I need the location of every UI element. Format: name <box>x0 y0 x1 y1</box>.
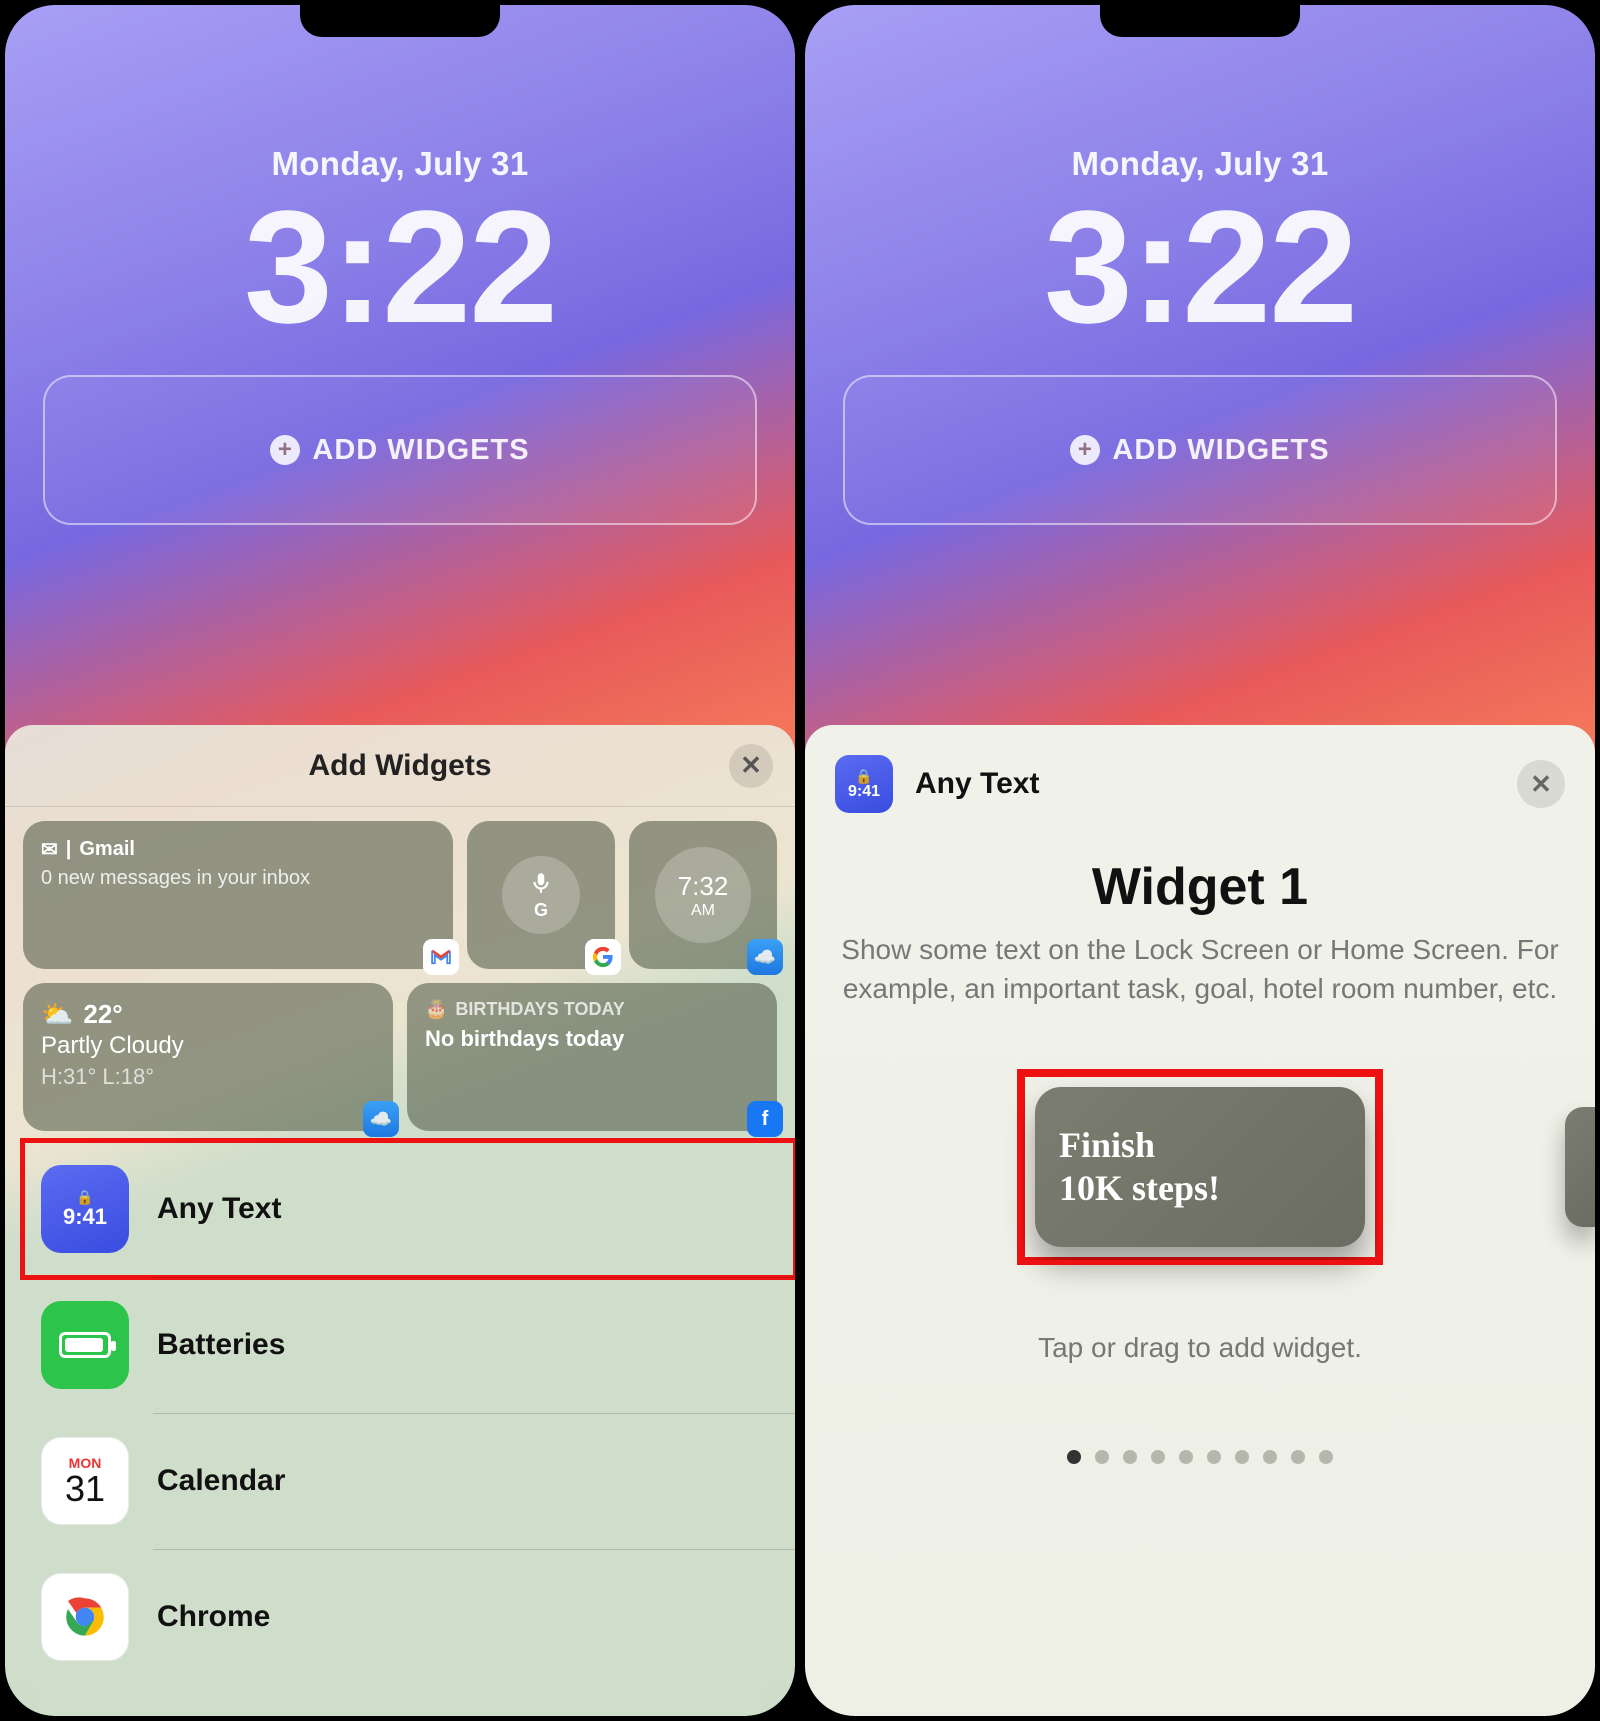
widget-gmail[interactable]: ✉︎ | Gmail 0 new messages in your inbox <box>23 821 453 969</box>
widget-google-assistant[interactable]: G <box>467 821 615 969</box>
lock-icon: 🔒 <box>76 1189 93 1206</box>
lock-icon: 🔒 <box>855 768 872 785</box>
plus-icon: + <box>270 435 300 465</box>
sheet-title: Add Widgets <box>308 749 491 783</box>
add-widgets-slot[interactable]: + ADD WIDGETS <box>43 375 757 525</box>
widget-preview-area: Finish 10K steps! <box>835 1072 1565 1262</box>
weather-temp: 22° <box>83 999 122 1030</box>
weather-app-icon: ☁️ <box>747 939 783 975</box>
next-widget-peek[interactable] <box>1565 1107 1595 1227</box>
add-widgets-label: ADD WIDGETS <box>1112 434 1329 467</box>
widget-clock[interactable]: 7:32 AM ☁️ <box>629 821 777 969</box>
app-row-chrome[interactable]: Chrome <box>23 1549 795 1685</box>
page-dot[interactable] <box>1235 1450 1249 1464</box>
chrome-app-icon <box>41 1573 129 1661</box>
phone-left: Monday, July 31 3:22 + ADD WIDGETS Add W… <box>5 5 795 1716</box>
widget-preview[interactable]: Finish 10K steps! <box>1035 1087 1365 1247</box>
page-dot[interactable] <box>1095 1450 1109 1464</box>
lock-time: 3:22 <box>5 187 795 347</box>
mic-icon <box>528 870 554 896</box>
widget-birthdays[interactable]: 🎂 BIRTHDAYS TODAY No birthdays today f <box>407 983 777 1131</box>
gmail-subtitle: 0 new messages in your inbox <box>41 866 435 891</box>
widget-detail-sheet: 🔒 9:41 Any Text ✕ Widget 1 Show some tex… <box>805 725 1595 1716</box>
page-dot[interactable] <box>1291 1450 1305 1464</box>
anytext-icon-time: 9:41 <box>63 1204 107 1230</box>
widget-description: Show some text on the Lock Screen or Hom… <box>835 931 1565 1008</box>
chrome-icon <box>57 1589 113 1645</box>
close-button[interactable]: ✕ <box>729 744 773 788</box>
detail-app-title: Any Text <box>915 767 1039 801</box>
app-list: 🔒 9:41 Any Text Batteries MON 31 Calenda… <box>5 1141 795 1685</box>
page-dot[interactable] <box>1179 1450 1193 1464</box>
add-widgets-label: ADD WIDGETS <box>312 434 529 467</box>
add-widgets-slot[interactable]: + ADD WIDGETS <box>843 375 1557 525</box>
app-row-anytext[interactable]: 🔒 9:41 Any Text <box>23 1141 795 1277</box>
add-widget-hint: Tap or drag to add widget. <box>835 1332 1565 1364</box>
app-name-chrome: Chrome <box>157 1600 270 1634</box>
weather-condition: Partly Cloudy <box>41 1032 375 1060</box>
phone-right: Monday, July 31 3:22 + ADD WIDGETS 🔒 9:4… <box>805 5 1595 1716</box>
clock-ampm: AM <box>691 902 715 920</box>
gmail-app-icon <box>423 939 459 975</box>
clock-time: 7:32 <box>678 871 729 902</box>
facebook-app-icon: f <box>747 1101 783 1137</box>
plus-icon: + <box>1070 435 1100 465</box>
anytext-icon-time-2: 9:41 <box>848 783 880 801</box>
detail-header: 🔒 9:41 Any Text ✕ <box>835 755 1565 813</box>
app-name-batteries: Batteries <box>157 1328 285 1362</box>
google-app-icon <box>585 939 621 975</box>
widget-preview-highlight: Finish 10K steps! <box>1020 1072 1380 1262</box>
widget-suggestions: ✉︎ | Gmail 0 new messages in your inbox … <box>5 807 795 1141</box>
birthdays-text: No birthdays today <box>425 1026 759 1052</box>
page-dots[interactable] <box>835 1450 1565 1464</box>
app-name-anytext: Any Text <box>157 1192 281 1226</box>
gmail-envelope-icon: ✉︎ <box>41 837 58 862</box>
battery-icon <box>59 1332 111 1358</box>
app-name-calendar: Calendar <box>157 1464 285 1498</box>
cloud-sun-icon: ⛅ <box>41 999 73 1030</box>
anytext-app-icon: 🔒 9:41 <box>41 1165 129 1253</box>
notch <box>300 5 500 37</box>
page-dot[interactable] <box>1263 1450 1277 1464</box>
widget-weather[interactable]: ⛅ 22° Partly Cloudy H:31° L:18° ☁️ <box>23 983 393 1131</box>
cake-icon: 🎂 <box>425 999 447 1020</box>
anytext-app-icon: 🔒 9:41 <box>835 755 893 813</box>
page-dot[interactable] <box>1151 1450 1165 1464</box>
calendar-app-icon: MON 31 <box>41 1437 129 1525</box>
page-dot[interactable] <box>1319 1450 1333 1464</box>
lock-screen: Monday, July 31 3:22 + ADD WIDGETS <box>5 5 795 525</box>
weather-hilo: H:31° L:18° <box>41 1064 375 1090</box>
lock-time: 3:22 <box>805 187 1595 347</box>
sheet-header: Add Widgets ✕ <box>5 725 795 807</box>
preview-line1: Finish <box>1059 1124 1341 1167</box>
app-row-calendar[interactable]: MON 31 Calendar <box>23 1413 795 1549</box>
preview-line2: 10K steps! <box>1059 1167 1341 1210</box>
page-dot[interactable] <box>1123 1450 1137 1464</box>
notch <box>1100 5 1300 37</box>
birthdays-label: BIRTHDAYS TODAY <box>455 999 624 1020</box>
calendar-daynum: 31 <box>65 1471 105 1507</box>
page-dot[interactable] <box>1207 1450 1221 1464</box>
lock-screen: Monday, July 31 3:22 + ADD WIDGETS <box>805 5 1595 525</box>
weather-app-icon-2: ☁️ <box>363 1101 399 1137</box>
close-button[interactable]: ✕ <box>1517 760 1565 808</box>
widget-title: Widget 1 <box>835 857 1565 917</box>
batteries-app-icon <box>41 1301 129 1389</box>
app-row-batteries[interactable]: Batteries <box>23 1277 795 1413</box>
add-widgets-sheet: Add Widgets ✕ ✉︎ | Gmail 0 new messages … <box>5 725 795 1716</box>
page-dot[interactable] <box>1067 1450 1081 1464</box>
gmail-title: Gmail <box>79 838 135 861</box>
